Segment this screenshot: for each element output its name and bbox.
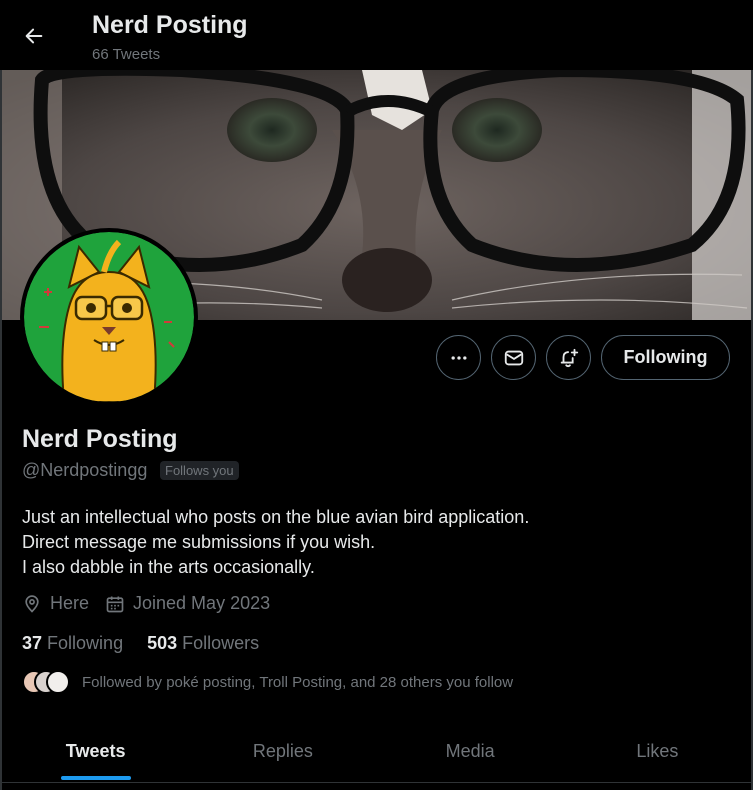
bell-plus-icon <box>560 348 578 367</box>
back-button[interactable] <box>16 18 52 54</box>
followed-by-text: Followed by poké posting, Troll Posting,… <box>82 673 514 691</box>
more-icon <box>451 355 466 360</box>
arrow-left-icon <box>25 28 43 44</box>
location-pin-icon <box>25 594 39 613</box>
profile-tabs: Tweets Replies Media Likes <box>2 720 751 782</box>
follows-you-badge: Follows you <box>160 461 239 480</box>
profile-meta: Here Joined May 2023 <box>22 593 286 614</box>
profile-bio: Just an intellectual who posts on the bl… <box>22 505 529 580</box>
tab-label: Media <box>445 740 495 761</box>
message-button[interactable] <box>491 335 536 380</box>
header-title: Nerd Posting <box>92 11 248 39</box>
tab-tweets[interactable]: Tweets <box>2 720 189 782</box>
tabs-divider <box>2 782 751 783</box>
join-date-text: Joined May 2023 <box>133 593 271 613</box>
join-date: Joined May 2023 <box>105 593 270 614</box>
following-count: 37 <box>22 633 43 653</box>
tweet-count: 66 Tweets <box>92 46 161 63</box>
profile-header: Nerd Posting 66 Tweets <box>0 0 753 70</box>
followers-count-link[interactable]: 503 Followers <box>147 633 259 654</box>
tab-replies[interactable]: Replies <box>189 720 376 782</box>
follower-avatar <box>46 670 70 694</box>
location: Here <box>22 593 89 614</box>
followed-by-link[interactable]: Followed by poké posting, Troll Posting,… <box>22 670 513 694</box>
followers-count: 503 <box>147 633 178 653</box>
profile-handle: @Nerdpostingg <box>22 460 148 480</box>
profile-avatar[interactable] <box>20 228 198 406</box>
calendar-icon <box>106 596 124 612</box>
active-tab-indicator <box>60 776 131 780</box>
notify-button[interactable] <box>546 335 591 380</box>
tab-label: Replies <box>252 740 313 761</box>
location-text: Here <box>50 593 90 613</box>
tab-likes[interactable]: Likes <box>564 720 751 782</box>
following-button[interactable]: Following <box>601 335 730 380</box>
tab-label: Tweets <box>65 740 126 761</box>
following-count-label: Following <box>47 633 124 653</box>
bio-line: I also dabble in the arts occasionally. <box>22 557 315 577</box>
more-button[interactable] <box>436 335 481 380</box>
follower-avatars <box>22 670 70 694</box>
tab-label: Likes <box>636 740 679 761</box>
profile-name: Nerd Posting <box>22 425 178 453</box>
bio-line: Just an intellectual who posts on the bl… <box>22 507 530 527</box>
avatar-image <box>24 232 194 402</box>
following-count-link[interactable]: 37 Following <box>22 633 123 654</box>
tab-media[interactable]: Media <box>377 720 564 782</box>
envelope-icon <box>504 350 523 365</box>
follow-counts: 37 Following 503 Followers <box>22 633 283 654</box>
followers-count-label: Followers <box>182 633 260 653</box>
bio-line: Direct message me submissions if you wis… <box>22 532 376 552</box>
